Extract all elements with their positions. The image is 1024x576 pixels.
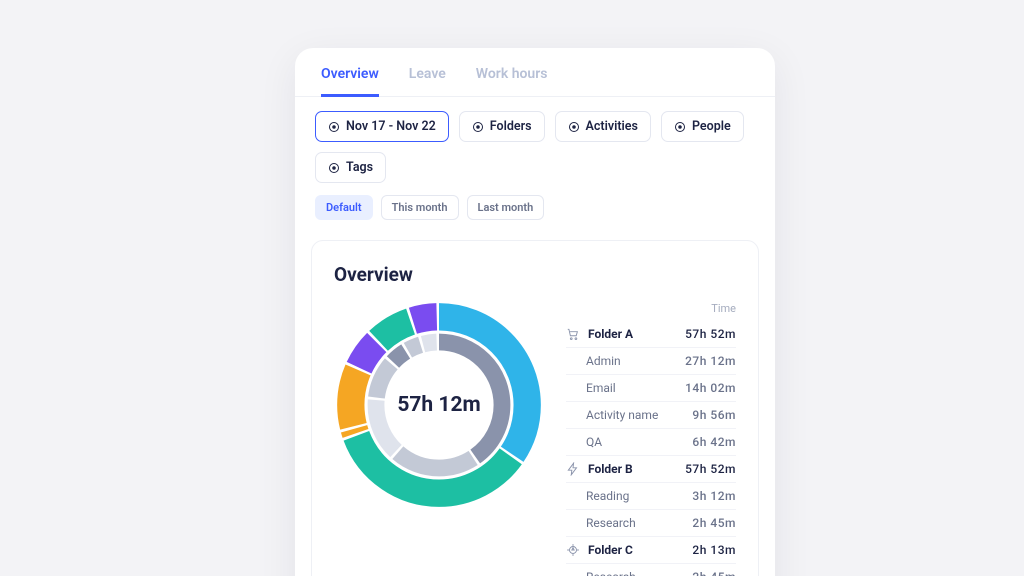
folder-row[interactable]: Folder C 2h 13m: [566, 536, 736, 563]
activity-row: Admin 27h 12m: [566, 347, 736, 374]
folder-row[interactable]: Folder B 57h 52m: [566, 455, 736, 482]
folder-name: Folder B: [588, 462, 633, 476]
filter-folders[interactable]: Folders: [459, 111, 545, 142]
breakdown-table: Time Folder A 57h 52m Admin 27h 12m Email 14h…: [566, 300, 736, 576]
donut-center-value: 57h 12m: [334, 300, 544, 510]
target-icon: [674, 121, 686, 133]
filter-label: Tags: [346, 160, 373, 175]
target-icon: [568, 121, 580, 133]
time-value: 6h 42m: [692, 435, 736, 449]
activity-row: Research 2h 45m: [566, 509, 736, 536]
filter-people[interactable]: People: [661, 111, 744, 142]
time-value: 9h 56m: [692, 408, 736, 422]
filter-bar: Nov 17 - Nov 22 Folders Activities Peopl…: [295, 97, 775, 191]
filter-label: Nov 17 - Nov 22: [346, 119, 436, 134]
activity-name: Email: [566, 381, 616, 395]
filter-label: People: [692, 119, 731, 134]
target-icon: [328, 121, 340, 133]
compass-icon: [566, 543, 580, 557]
tab-overview[interactable]: Overview: [321, 66, 379, 97]
target-icon: [328, 162, 340, 174]
filter-label: Activities: [586, 119, 638, 134]
time-value: 2h 13m: [692, 543, 736, 557]
tab-leave[interactable]: Leave: [409, 66, 446, 96]
activity-name: Activity name: [566, 408, 658, 422]
folder-name: Folder C: [588, 543, 633, 557]
bolt-icon: [566, 462, 580, 476]
target-icon: [472, 121, 484, 133]
filter-activities[interactable]: Activities: [555, 111, 651, 142]
panel-title: Overview: [334, 263, 736, 286]
time-value: 57h 52m: [685, 327, 736, 341]
filter-tags[interactable]: Tags: [315, 152, 386, 183]
activity-name: Reading: [566, 489, 629, 503]
time-value: 27h 12m: [685, 354, 736, 368]
activity-name: Research: [566, 570, 636, 576]
folder-name: Folder A: [588, 327, 633, 341]
time-value: 2h 45m: [692, 516, 736, 530]
main-card: Overview Leave Work hours Nov 17 - Nov 2…: [295, 48, 775, 576]
time-value: 2h 45m: [692, 570, 736, 576]
filter-date-range[interactable]: Nov 17 - Nov 22: [315, 111, 449, 142]
tabs: Overview Leave Work hours: [295, 48, 775, 97]
time-value: 57h 52m: [685, 462, 736, 476]
time-value: 3h 12m: [692, 489, 736, 503]
donut-chart: 57h 12m: [334, 300, 544, 510]
filter-label: Folders: [490, 119, 532, 134]
overview-panel: Overview 57h 12m Time Folder A 57h 52m Adm…: [311, 240, 759, 576]
chip-last-month[interactable]: Last month: [467, 195, 545, 220]
cart-icon: [566, 327, 580, 341]
folder-row[interactable]: Folder A 57h 52m: [566, 321, 736, 347]
time-value: 14h 02m: [685, 381, 736, 395]
chip-default[interactable]: Default: [315, 195, 373, 220]
activity-name: Research: [566, 516, 636, 530]
activity-row: Research 2h 45m: [566, 563, 736, 576]
chip-this-month[interactable]: This month: [381, 195, 459, 220]
table-header: Time: [566, 300, 736, 321]
activity-row: QA 6h 42m: [566, 428, 736, 455]
quick-ranges: Default This month Last month: [295, 191, 775, 234]
tab-work-hours[interactable]: Work hours: [476, 66, 548, 96]
time-column-header: Time: [711, 302, 736, 315]
activity-row: Email 14h 02m: [566, 374, 736, 401]
activity-name: Admin: [566, 354, 621, 368]
activity-row: Reading 3h 12m: [566, 482, 736, 509]
activity-name: QA: [566, 435, 602, 449]
activity-row: Activity name 9h 56m: [566, 401, 736, 428]
